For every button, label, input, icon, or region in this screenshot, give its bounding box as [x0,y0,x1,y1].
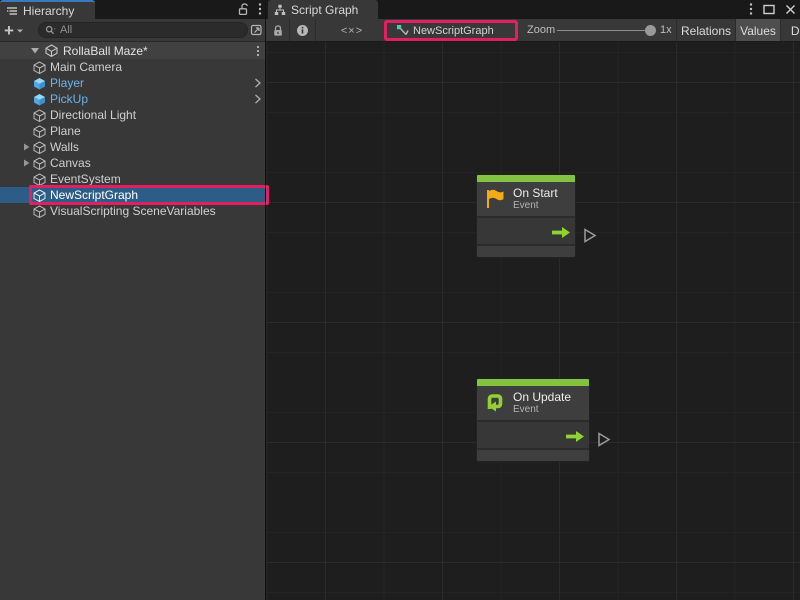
hierarchy-toolbar: + [0,19,266,42]
tree-row-plane[interactable]: Plane [0,123,266,139]
graph-asset-icon [396,24,409,37]
node-on-start[interactable]: On Start Event [476,174,576,258]
zoom-value: 1x [660,24,672,36]
tree-row-newscriptgraph[interactable]: NewScriptGraph [0,187,266,203]
chevron-right-icon[interactable] [254,94,261,104]
zoom-slider[interactable] [557,30,655,31]
output-port-icon[interactable] [583,228,597,243]
scene-row[interactable]: RollaBall Maze* [0,42,266,59]
tab-script-graph[interactable]: Script Graph [268,0,378,19]
dropdown-caret-icon [16,28,24,34]
gameobject-icon [33,141,46,154]
output-port-icon[interactable] [597,432,611,447]
loop-icon [483,391,507,415]
hierarchy-panel: Hierarchy + [0,0,266,600]
search-icon[interactable] [45,25,57,36]
graph-breadcrumb-label: NewScriptGraph [413,25,494,37]
lock-toggle-button[interactable] [266,19,289,42]
node-port-row [477,422,589,450]
script-graph-panel: Script Graph [266,0,800,600]
code-icon: <×> [341,25,363,37]
node-on-update[interactable]: On Update Event [476,378,590,462]
prefab-icon [33,77,46,90]
info-button[interactable] [289,19,315,42]
edit-code-button[interactable]: <×> [326,19,378,42]
gameobject-icon [33,189,46,202]
search-input[interactable] [60,24,241,36]
script-graph-tab-icon [274,4,286,16]
lock-icon [272,24,284,37]
info-icon [296,24,309,37]
close-icon[interactable] [785,4,796,15]
unlock-icon[interactable] [237,2,250,16]
script-graph-tabbar: Script Graph [266,0,800,19]
hierarchy-tabbar: Hierarchy [0,0,266,19]
flow-arrow-icon[interactable] [552,227,570,238]
node-color-bar [477,175,575,182]
tab-script-graph-label: Script Graph [291,3,358,17]
gameobject-icon [33,125,46,138]
flow-arrow-icon[interactable] [566,431,584,442]
unity-logo-icon [45,44,58,57]
tree-row-eventsystem[interactable]: EventSystem [0,171,266,187]
kebab-menu-icon[interactable] [258,2,262,16]
gameobject-icon [33,173,46,186]
scene-name: RollaBall Maze* [63,44,148,58]
node-title: On Start [513,186,558,200]
tree-row-walls[interactable]: Walls [0,139,266,155]
graph-canvas[interactable]: On Start Event [266,42,800,600]
hierarchy-icon [6,5,18,17]
unity-editor-window: Hierarchy + [0,0,800,600]
gameobject-icon [33,61,46,74]
zoom-label: Zoom [527,24,555,36]
node-footer [477,450,589,461]
gameobject-icon [33,109,46,122]
maximize-icon[interactable] [763,4,775,15]
add-icon: + [4,22,14,39]
tree-row-visualscripting-scenevariables[interactable]: VisualScripting SceneVariables [0,203,266,219]
tree-row-pickup[interactable]: PickUp [0,91,266,107]
add-gameobject-button[interactable]: + [4,21,32,40]
graph-breadcrumb[interactable]: NewScriptGraph [396,19,494,42]
popout-icon[interactable] [250,23,263,41]
script-graph-toolbar: <×> NewScriptGraph Zoom 1x Relations Val… [266,19,800,42]
flag-icon [483,187,507,211]
zoom-slider-handle[interactable] [645,25,656,36]
tree-row-main-camera[interactable]: Main Camera [0,59,266,75]
gameobject-icon [33,205,46,218]
scene-kebab-menu-icon[interactable] [256,45,260,57]
foldout-closed-icon[interactable] [22,142,31,152]
node-color-bar [477,379,589,386]
gameobject-icon [33,157,46,170]
tab-hierarchy[interactable]: Hierarchy [0,0,95,19]
hierarchy-tree: RollaBall Maze* Main Camera [0,42,266,600]
hierarchy-search-field[interactable] [38,22,248,38]
node-title: On Update [513,390,571,404]
tree-row-canvas[interactable]: Canvas [0,155,266,171]
node-subtitle: Event [513,404,571,416]
foldout-closed-icon[interactable] [22,158,31,168]
values-button[interactable]: Values [735,19,780,42]
kebab-menu-icon[interactable] [749,2,753,16]
tree-row-player[interactable]: Player [0,75,266,91]
node-port-row [477,218,575,246]
prefab-icon [33,93,46,106]
tab-hierarchy-label: Hierarchy [23,4,74,18]
node-footer [477,246,575,257]
tree-row-directional-light[interactable]: Directional Light [0,107,266,123]
foldout-open-icon[interactable] [30,46,40,55]
chevron-right-icon[interactable] [254,78,261,88]
node-subtitle: Event [513,200,558,212]
panel-divider [265,0,266,600]
relations-button[interactable]: Relations [676,19,735,42]
dim-button[interactable]: Dim [780,19,800,42]
